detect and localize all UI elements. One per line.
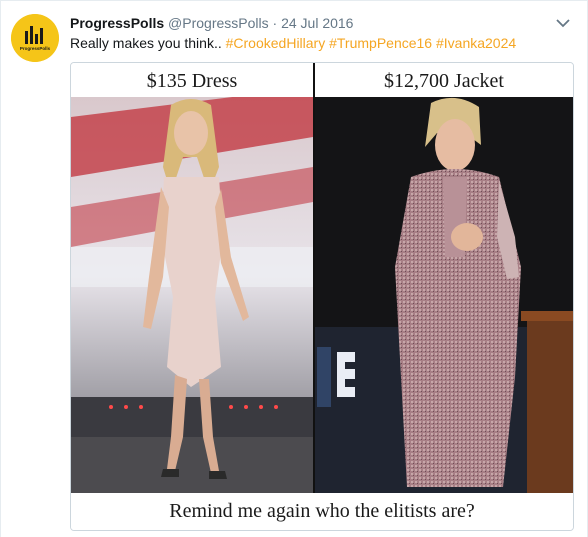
avatar-logo-text: ProgressPolls: [20, 46, 51, 51]
right-caption: $12,700 Jacket: [315, 63, 573, 97]
tweet-text-plain: Really makes you think..: [70, 35, 226, 51]
progresspolls-logo-icon: ProgressPolls: [11, 14, 59, 62]
tweet-media-image[interactable]: $135 Dress $12,700 Jacket Remind me agai…: [70, 62, 574, 531]
chevron-down-icon[interactable]: [555, 15, 571, 31]
left-caption: $135 Dress: [71, 63, 313, 97]
bottom-caption: Remind me again who the elitists are?: [71, 493, 573, 530]
user-handle[interactable]: @ProgressPolls: [168, 15, 269, 31]
hashtag-link[interactable]: #TrumpPence16: [329, 35, 432, 51]
hashtag-link[interactable]: #Ivanka2024: [436, 35, 516, 51]
hashtag-link[interactable]: #CrookedHillary: [226, 35, 326, 51]
timestamp[interactable]: 24 Jul 2016: [281, 15, 353, 31]
tweet-card[interactable]: ProgressPolls ProgressPolls @ProgressPol…: [0, 0, 588, 537]
tweet-header: ProgressPolls @ProgressPolls · 24 Jul 20…: [70, 14, 353, 32]
separator-dot: ·: [272, 15, 278, 31]
left-photo: [71, 97, 313, 493]
tweet-text: Really makes you think.. #CrookedHillary…: [70, 34, 516, 52]
display-name[interactable]: ProgressPolls: [70, 15, 164, 31]
avatar[interactable]: ProgressPolls: [11, 14, 59, 62]
right-photo: [315, 97, 573, 493]
